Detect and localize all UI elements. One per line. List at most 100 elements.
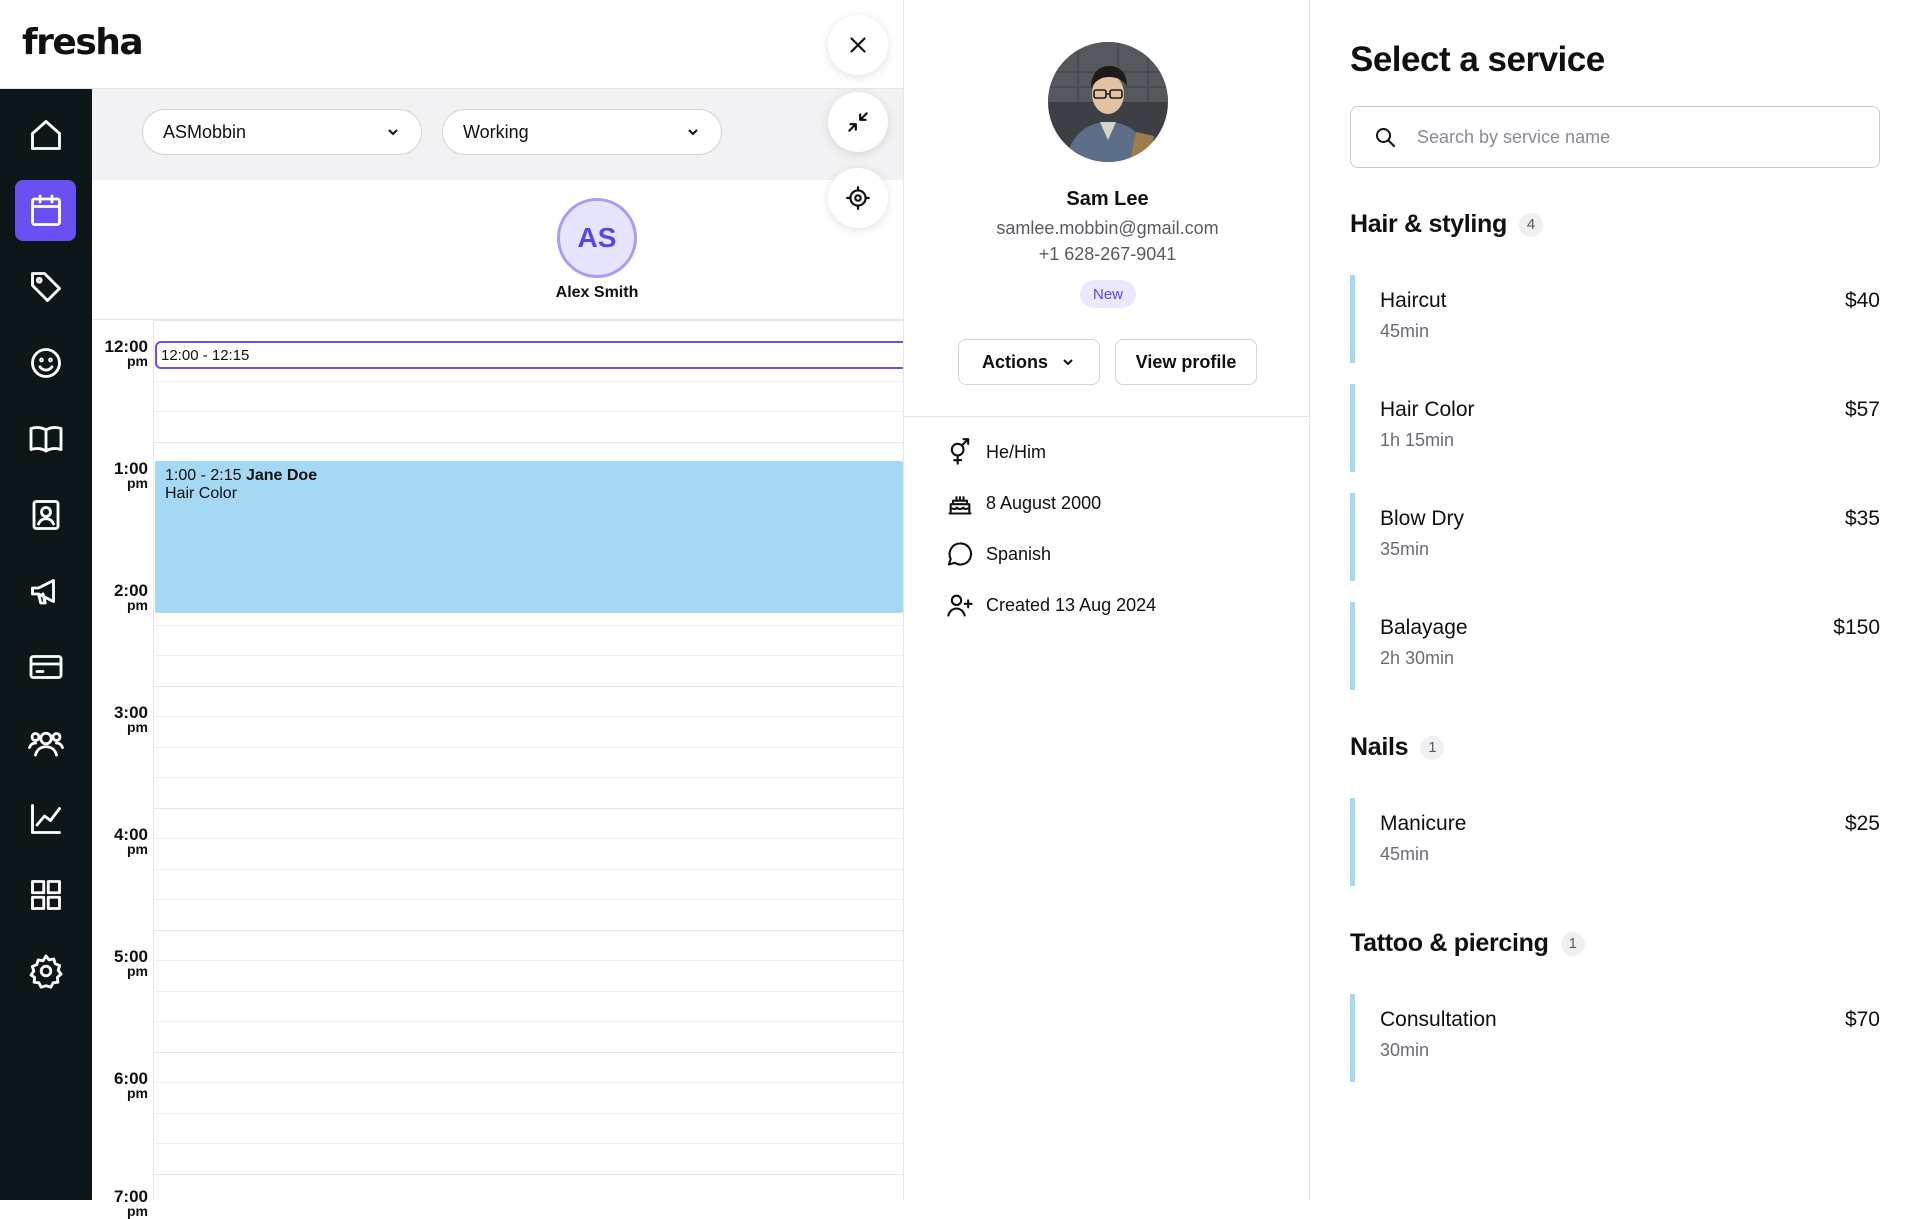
calendar-grid[interactable]: 12:00 pm 1:00 pm 2:00 pm 3:00 pm 4:00 pm 5:00… [92, 320, 903, 1218]
quarter-line [154, 960, 903, 961]
service-name: Balayage [1380, 616, 1468, 639]
service-price: $70 [1844, 1008, 1880, 1031]
service-duration: 45min [1380, 844, 1430, 864]
hour-label: 5:00 pm [113, 947, 148, 979]
service-duration: 35min [1380, 539, 1430, 559]
service-item[interactable]: Consultation 30min $70 [1350, 994, 1880, 1082]
hour-line [154, 320, 903, 321]
megaphone-icon [30, 578, 55, 604]
client-name: Sam Lee [1066, 188, 1149, 210]
service-panel: Select a service Hair & styling 4 Haircu… [1310, 0, 1920, 1200]
client-created: Created 13 Aug 2024 [986, 594, 1157, 615]
client-birthday: 8 August 2000 [986, 492, 1102, 513]
service-duration: 30min [1380, 1040, 1430, 1060]
hour-line [154, 442, 903, 443]
top-bar: fresha [0, 0, 903, 89]
sidebar-item-clients[interactable] [15, 332, 76, 393]
service-name: Manicure [1380, 812, 1467, 835]
locate-button[interactable] [828, 168, 888, 228]
sidebar-item-team-members[interactable] [15, 712, 76, 773]
client-avatar[interactable] [1048, 42, 1168, 162]
client-photo-image [1048, 42, 1168, 162]
hour-label: 7:00 pm [113, 1187, 148, 1219]
collapse-button[interactable] [828, 92, 888, 152]
home-icon [30, 119, 61, 150]
hour-label: 2:00 pm [113, 581, 148, 613]
status-dropdown-value: Working [463, 121, 529, 142]
service-price: $57 [1844, 398, 1880, 421]
service-duration: 2h 30min [1380, 648, 1455, 668]
hour-label: 4:00 pm [113, 825, 148, 857]
sidebar-item-payments[interactable] [15, 636, 76, 697]
birthday-row: 8 August 2000 [946, 488, 1101, 518]
quarter-line [154, 716, 903, 717]
quarter-line [154, 777, 903, 778]
sidebar-item-catalog[interactable] [15, 408, 76, 469]
service-item[interactable]: Haircut 45min $40 [1350, 275, 1880, 363]
service-duration: 1h 15min [1380, 430, 1455, 450]
service-item[interactable]: Manicure 45min $25 [1350, 798, 1880, 886]
service-search[interactable] [1350, 106, 1880, 168]
appointment-block[interactable]: 1:00 - 2:15 Jane Doe Hair Color [155, 461, 903, 613]
sidebar-item-sales[interactable] [15, 256, 76, 317]
location-dropdown[interactable]: ASMobbin [142, 109, 422, 155]
service-price: $35 [1844, 507, 1880, 530]
sidebar-item-addons[interactable] [15, 864, 76, 925]
quarter-line [154, 747, 903, 748]
client-language: Spanish [986, 543, 1052, 564]
category-count: 4 [1518, 212, 1543, 237]
service-item[interactable]: Balayage 2h 30min $150 [1350, 602, 1880, 690]
chevron-down-icon [688, 129, 698, 136]
hour-line [154, 686, 903, 687]
selected-time-slot[interactable]: 12:00 - 12:15 [155, 341, 915, 369]
view-profile-button[interactable]: View profile [1115, 339, 1257, 385]
quarter-line [154, 899, 903, 900]
quarter-line [154, 381, 903, 382]
hour-label: 6:00 pm [113, 1069, 148, 1101]
grid-icon [30, 879, 61, 910]
cake-icon [948, 496, 972, 515]
service-item[interactable]: Blow Dry 35min $35 [1350, 493, 1880, 581]
client-email: samlee.mobbin@gmail.com [996, 218, 1219, 238]
sidebar-item-team[interactable] [15, 484, 76, 545]
service-price: $150 [1833, 616, 1880, 639]
chevron-down-icon [1063, 359, 1073, 366]
staff-column-header: AS Alex Smith [92, 180, 903, 320]
status-dropdown[interactable]: Working [442, 109, 722, 155]
client-pronouns: He/Him [986, 441, 1047, 462]
calendar-icon [30, 194, 61, 226]
quarter-line [154, 1113, 903, 1114]
actions-label: Actions [981, 351, 1048, 372]
appointment-client: Jane Doe [245, 467, 318, 484]
service-item[interactable]: Hair Color 1h 15min $57 [1350, 384, 1880, 472]
calendar-toolbar: ASMobbin Working [92, 89, 903, 180]
hour-line [154, 808, 903, 809]
sidebar-item-calendar[interactable] [15, 180, 76, 241]
search-input[interactable] [1417, 126, 1857, 148]
people-icon [27, 731, 64, 756]
quarter-line [154, 991, 903, 992]
category-count: 1 [1420, 735, 1445, 760]
actions-button[interactable]: Actions [958, 339, 1100, 385]
contact-card-icon [32, 499, 59, 530]
close-button[interactable] [828, 15, 888, 75]
hour-label: 1:00 pm [113, 459, 148, 491]
sidebar-item-settings[interactable] [15, 940, 76, 1001]
quarter-line [154, 655, 903, 656]
sidebar-item-home[interactable] [15, 104, 76, 165]
hour-line [154, 1052, 903, 1053]
hour-label: 12:00 pm [104, 337, 148, 369]
client-panel: Sam Lee samlee.mobbin@gmail.com +1 628-2… [903, 0, 1311, 1200]
client-phone: +1 628-267-9041 [1038, 244, 1177, 264]
close-icon [850, 37, 866, 53]
quarter-line [154, 869, 903, 870]
sidebar-item-reports[interactable] [15, 788, 76, 849]
panel-title: Select a service [1350, 40, 1605, 79]
location-dropdown-value: ASMobbin [163, 121, 247, 142]
sidebar-item-marketing[interactable] [15, 560, 76, 621]
staff-avatar[interactable]: AS [557, 198, 637, 278]
fresha-logo[interactable]: fresha [22, 22, 144, 63]
pronouns-row: He/Him [946, 437, 1046, 467]
tag-icon [30, 271, 61, 302]
divider [904, 416, 1311, 417]
